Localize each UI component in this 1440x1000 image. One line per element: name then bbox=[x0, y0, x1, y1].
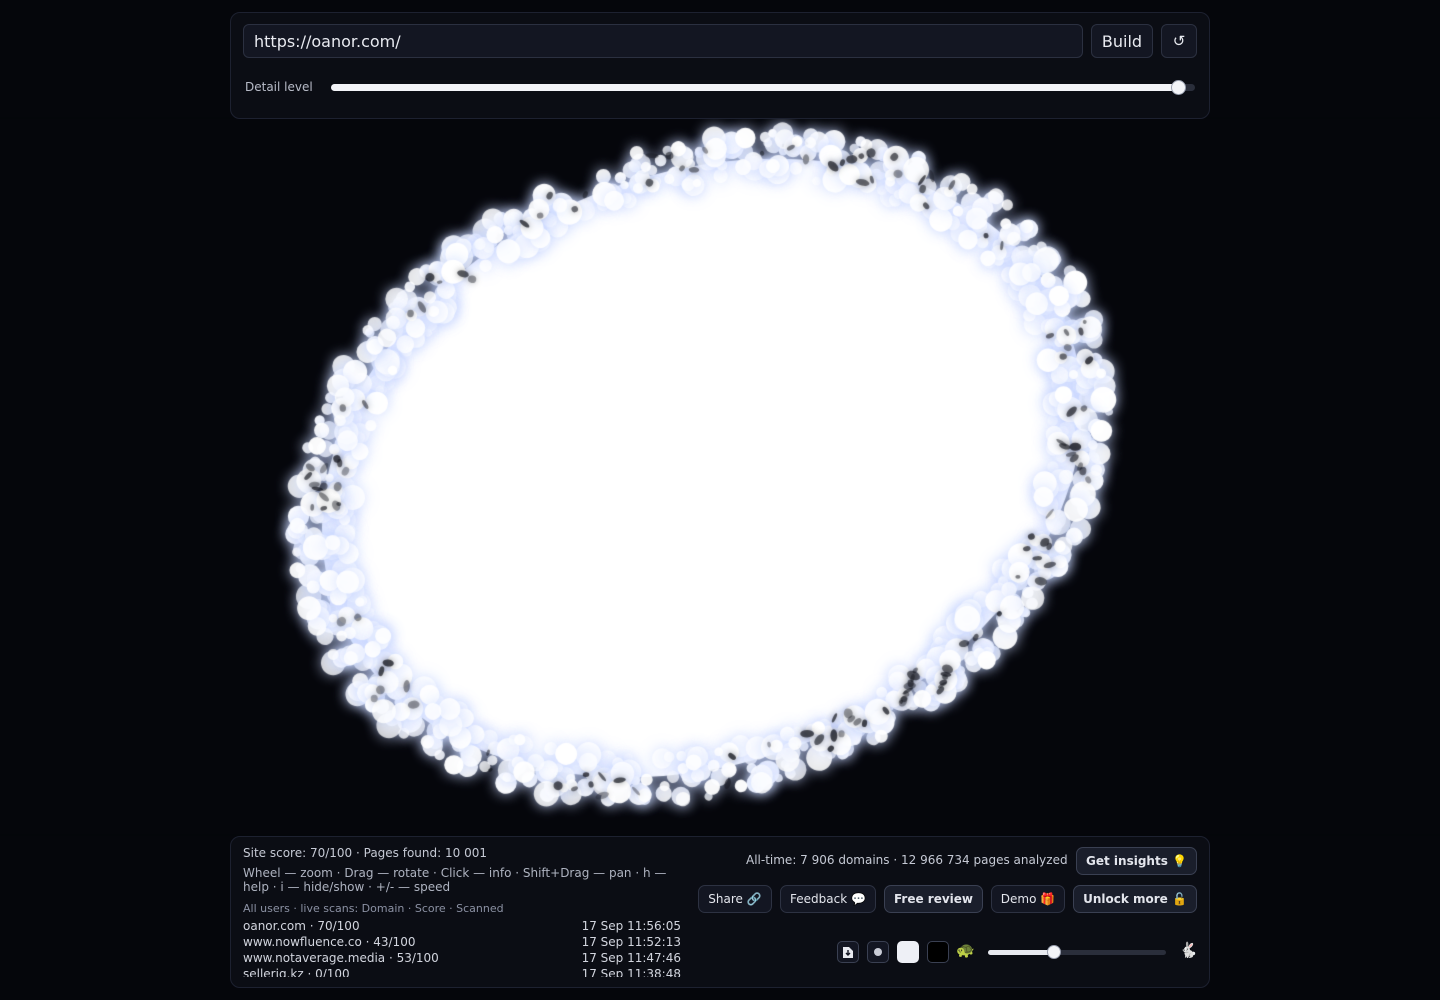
dot-icon bbox=[874, 948, 882, 956]
speed-slider[interactable] bbox=[988, 945, 1166, 959]
detail-level-slider[interactable] bbox=[331, 80, 1195, 95]
download-icon bbox=[843, 946, 853, 958]
build-button[interactable]: Build bbox=[1091, 24, 1153, 58]
scan-time: 17 Sep 11:38:48 bbox=[581, 967, 681, 977]
refresh-button[interactable]: ↺ bbox=[1161, 24, 1197, 58]
rabbit-icon: 🐇 bbox=[1179, 941, 1198, 959]
light-swatch-button[interactable] bbox=[897, 941, 919, 963]
dot-mode-button[interactable] bbox=[867, 941, 889, 963]
scan-domain: oanor.com · 70/100 bbox=[243, 919, 360, 933]
live-scans-header: All users · live scans: Domain · Score ·… bbox=[243, 902, 504, 915]
feedback-button[interactable]: Feedback 💬 bbox=[780, 885, 876, 913]
detail-level-label: Detail level bbox=[245, 80, 313, 94]
list-item[interactable]: sellerig.kz · 0/100 17 Sep 11:38:48 bbox=[243, 967, 681, 977]
list-item[interactable]: www.nowfluence.co · 43/100 17 Sep 11:52:… bbox=[243, 935, 681, 951]
download-button[interactable] bbox=[837, 941, 859, 963]
detail-level-fill bbox=[331, 84, 1178, 91]
list-item[interactable]: oanor.com · 70/100 17 Sep 11:56:05 bbox=[243, 919, 681, 935]
alltime-stats: All-time: 7 906 domains · 12 966 734 pag… bbox=[746, 853, 1068, 867]
turtle-icon: 🐢 bbox=[956, 941, 975, 959]
dark-swatch-button[interactable] bbox=[927, 941, 949, 963]
scan-domain: www.notaverage.media · 53/100 bbox=[243, 951, 439, 965]
list-item[interactable]: www.notaverage.media · 53/100 17 Sep 11:… bbox=[243, 951, 681, 967]
share-button[interactable]: Share 🔗 bbox=[698, 885, 772, 913]
help-text: Wheel — zoom · Drag — rotate · Click — i… bbox=[243, 866, 667, 894]
url-input[interactable] bbox=[243, 24, 1083, 58]
top-toolbar: Build ↺ Detail level bbox=[230, 12, 1210, 119]
speed-fill bbox=[988, 950, 1054, 955]
scan-time: 17 Sep 11:47:46 bbox=[581, 951, 681, 965]
free-review-button[interactable]: Free review bbox=[884, 885, 983, 913]
scan-time: 17 Sep 11:56:05 bbox=[581, 919, 681, 933]
scan-domain: www.nowfluence.co · 43/100 bbox=[243, 935, 416, 949]
scan-time: 17 Sep 11:52:13 bbox=[581, 935, 681, 949]
demo-button[interactable]: Demo 🎁 bbox=[991, 885, 1065, 913]
scan-domain: sellerig.kz · 0/100 bbox=[243, 967, 350, 977]
unlock-more-button[interactable]: Unlock more 🔓 bbox=[1073, 885, 1197, 913]
get-insights-button[interactable]: Get insights 💡 bbox=[1076, 847, 1197, 875]
site-score-text: Site score: 70/100 · Pages found: 10 001 bbox=[243, 846, 487, 860]
scan-list: oanor.com · 70/100 17 Sep 11:56:05 www.n… bbox=[243, 919, 681, 977]
refresh-icon: ↺ bbox=[1172, 32, 1186, 50]
detail-level-thumb[interactable] bbox=[1170, 80, 1186, 95]
speed-thumb[interactable] bbox=[1046, 945, 1061, 959]
info-panel: Site score: 70/100 · Pages found: 10 001… bbox=[230, 836, 1210, 988]
